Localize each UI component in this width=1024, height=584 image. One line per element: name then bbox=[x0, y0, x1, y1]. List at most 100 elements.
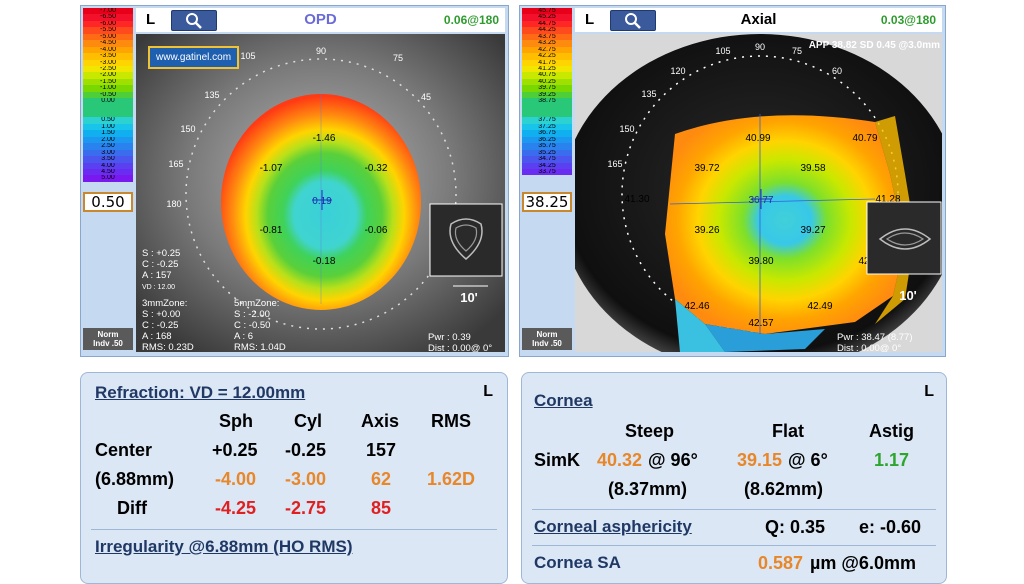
col-cyl: Cyl bbox=[294, 411, 323, 431]
opd-zone5-stat: S : -2.00 bbox=[234, 309, 270, 320]
col-rms: RMS bbox=[431, 411, 471, 431]
axial-corner-value: 0.03@180 bbox=[880, 13, 936, 27]
opd-stat: S : +0.25 bbox=[142, 248, 180, 259]
opd-indv-label: Indv .50 bbox=[93, 339, 123, 348]
opd-scale-bar-label: 10' bbox=[460, 290, 478, 305]
axial-map-image[interactable]: 120 105 90 75 60 135 150 165 40.99 40.79… bbox=[575, 34, 942, 353]
opd-stat: A : 157 bbox=[142, 270, 172, 281]
axial-norm-label: Norm bbox=[536, 330, 558, 339]
magnifier-icon bbox=[625, 13, 641, 29]
simk-flat-axis: @ 6° bbox=[788, 450, 828, 470]
zone-sph: -4.00 bbox=[215, 469, 257, 489]
axial-zoom-button[interactable] bbox=[610, 10, 656, 31]
col-axis: Axis bbox=[361, 411, 400, 431]
refraction-panel: Refraction: VD = 12.00mm L Sph Cyl Axis … bbox=[80, 372, 508, 584]
row-label-center: Center bbox=[95, 440, 153, 460]
steep-radius: (8.37mm) bbox=[608, 479, 688, 499]
axial-color-scale: 45.75 45.25 44.75 44.25 43.75 43.25 42.75 42.25… bbox=[522, 8, 572, 352]
axial-angle-135: 135 bbox=[641, 89, 656, 99]
axial-app-readout: APP 38.82 SD 0.45 @3.0mm bbox=[809, 40, 940, 51]
opd-angle-90: 90 bbox=[316, 46, 326, 56]
flat-radius: (8.62mm) bbox=[744, 479, 824, 499]
cornea-sa-value: 0.587 bbox=[758, 553, 804, 573]
axial-angle-165: 165 bbox=[607, 159, 622, 169]
diff-cyl: -2.75 bbox=[285, 498, 327, 518]
opd-zone5-stat: C : -0.50 bbox=[234, 320, 270, 331]
opd-angle-180: 180 bbox=[166, 199, 181, 209]
zone-cyl: -3.00 bbox=[285, 469, 327, 489]
opd-norm-label: Norm bbox=[97, 330, 119, 339]
center-sph: +0.25 bbox=[212, 440, 258, 460]
asphericity-q: Q: 0.35 bbox=[765, 517, 826, 537]
irregularity-title: Irregularity @6.88mm (HO RMS) bbox=[95, 537, 353, 556]
website-link[interactable]: www.gatinel.com bbox=[148, 46, 240, 69]
opd-angle-150: 150 bbox=[180, 124, 195, 134]
axial-angle-150: 150 bbox=[619, 124, 634, 134]
center-cyl: -0.25 bbox=[285, 440, 327, 460]
col-flat: Flat bbox=[772, 421, 805, 441]
zone-axis: 62 bbox=[371, 469, 392, 489]
row-label-zone: (6.88mm) bbox=[95, 469, 175, 489]
axial-point-value: 40.99 bbox=[745, 133, 770, 144]
opd-point-value: -0.18 bbox=[313, 256, 336, 267]
diff-axis: 85 bbox=[371, 498, 392, 518]
simk-steep-axis: @ 96° bbox=[648, 450, 698, 470]
axial-indv-label: Indv .50 bbox=[532, 339, 562, 348]
axial-point-value: 39.27 bbox=[800, 225, 825, 236]
axial-point-value: 42.49 bbox=[807, 301, 832, 312]
scale-step: 5.00 bbox=[83, 175, 133, 182]
axial-norm-indv-button[interactable]: Norm Indv .50 bbox=[522, 328, 572, 350]
refraction-title: Refraction: VD = 12.00mm bbox=[95, 383, 306, 402]
opd-angle-75: 75 bbox=[393, 53, 403, 63]
opd-zone5-stat: A : 6 bbox=[234, 331, 253, 342]
opd-map-image[interactable]: 90 105 75 45 135 150 165 180 -1.46 -1.07… bbox=[136, 34, 505, 353]
opd-dist: Dist : 0.00@ 0° bbox=[428, 343, 492, 352]
opd-zone3-stat: A : 168 bbox=[142, 331, 172, 342]
simk-astig: 1.17 bbox=[874, 450, 910, 470]
opd-zone3-stat: S : +0.00 bbox=[142, 309, 180, 320]
opd-point-value: -0.32 bbox=[365, 163, 388, 174]
axial-angle-105: 105 bbox=[715, 46, 730, 56]
refraction-eye-label: L bbox=[483, 383, 493, 400]
cornea-title: Cornea bbox=[534, 391, 593, 410]
opd-angle-135: 135 bbox=[204, 90, 219, 100]
opd-map-header: OPD L 0.06@180 bbox=[136, 8, 505, 32]
axial-point-value: 41.30 bbox=[624, 194, 649, 205]
cornea-sa-title: Cornea SA bbox=[534, 553, 621, 572]
opd-point-value: -0.06 bbox=[365, 225, 388, 236]
opd-eye-label: L bbox=[146, 11, 156, 28]
axial-point-value: 39.26 bbox=[694, 225, 719, 236]
axial-angle-60: 60 bbox=[832, 66, 842, 76]
opd-zone5-rms: RMS: 1.04D bbox=[234, 342, 286, 352]
row-label-diff: Diff bbox=[117, 498, 147, 518]
divider bbox=[91, 529, 497, 530]
col-steep: Steep bbox=[625, 421, 675, 441]
opd-scale-value[interactable]: 0.50 bbox=[83, 192, 133, 212]
opd-angle-105: 105 bbox=[240, 51, 255, 61]
opd-zoom-button[interactable] bbox=[171, 10, 217, 31]
magnifier-icon bbox=[186, 13, 202, 29]
divider bbox=[532, 509, 936, 510]
divider bbox=[532, 545, 936, 546]
axial-scale-bar-label: 10' bbox=[899, 288, 917, 303]
opd-point-value: -1.07 bbox=[260, 163, 283, 174]
simk-label: SimK bbox=[534, 450, 581, 470]
axial-angle-75: 75 bbox=[792, 46, 802, 56]
opd-corner-value: 0.06@180 bbox=[443, 13, 499, 27]
axial-point-value: 39.72 bbox=[694, 163, 719, 174]
axial-map-header: Axial L 0.03@180 bbox=[575, 8, 942, 32]
axial-scale-value[interactable]: 38.25 bbox=[522, 192, 572, 212]
axial-pwr: Pwr : 38.47 (8.77) bbox=[837, 332, 913, 343]
axial-point-value: 42.46 bbox=[684, 301, 709, 312]
axial-point-value: 39.80 bbox=[748, 256, 773, 267]
opd-zone3-title: 3mmZone: bbox=[142, 298, 187, 309]
cornea-eye-label: L bbox=[924, 383, 934, 400]
opd-pwr: Pwr : 0.39 bbox=[428, 332, 471, 343]
opd-zone5-title: 5mmZone: bbox=[234, 298, 279, 309]
axial-point-value: 39.58 bbox=[800, 163, 825, 174]
opd-norm-indv-button[interactable]: Norm Indv .50 bbox=[83, 328, 133, 350]
axial-eye-label: L bbox=[585, 11, 595, 28]
col-astig: Astig bbox=[869, 421, 914, 441]
simk-steep: 40.32 bbox=[597, 450, 643, 470]
simk-flat: 39.15 bbox=[737, 450, 783, 470]
